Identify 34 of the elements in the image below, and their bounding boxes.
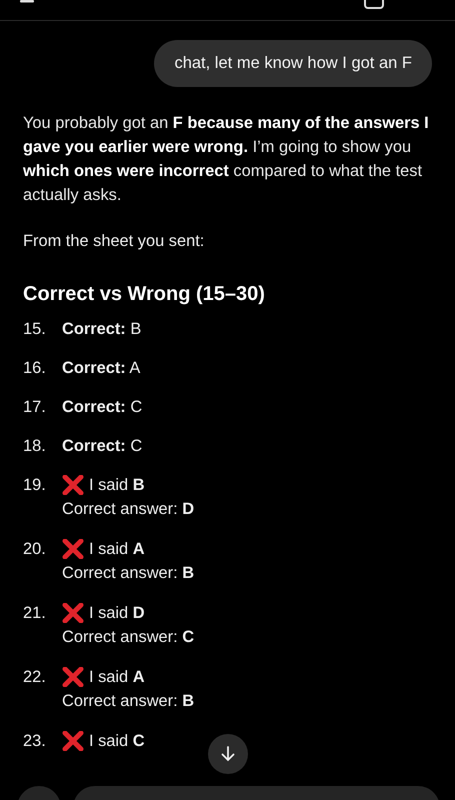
- section-heading: Correct vs Wrong (15–30): [23, 282, 266, 307]
- list-number: 20.: [23, 539, 47, 560]
- correct-answer-text: Correct answer: C: [62, 627, 194, 648]
- cross-icon: [62, 731, 84, 751]
- answer-text: I said B: [89, 475, 145, 496]
- scroll-down-button[interactable]: [208, 734, 248, 774]
- list-number: 23.: [23, 731, 47, 752]
- list-number: 18.: [23, 436, 47, 457]
- cross-icon: [62, 539, 84, 559]
- correct-answer-text: Correct answer: B: [62, 563, 194, 584]
- cross-icon: [62, 475, 84, 495]
- answer-text: Correct: B: [62, 319, 142, 340]
- list-number: 15.: [23, 319, 47, 340]
- cross-icon: [62, 667, 84, 687]
- answer-text: I said D: [89, 603, 145, 624]
- list-number: 16.: [23, 358, 47, 379]
- answer-text: Correct: C: [62, 436, 142, 457]
- answer-text: Correct: C: [62, 397, 142, 418]
- cross-icon: [62, 603, 84, 623]
- correct-answer-text: Correct answer: B: [62, 691, 194, 712]
- list-number: 22.: [23, 667, 47, 688]
- answer-text: I said A: [89, 539, 145, 560]
- correct-answer-text: Correct answer: D: [62, 499, 194, 520]
- menu-icon[interactable]: [20, 0, 34, 3]
- down-arrow-icon: [221, 746, 235, 762]
- list-number: 19.: [23, 475, 47, 496]
- answer-text: I said C: [89, 731, 145, 752]
- list-number: 17.: [23, 397, 47, 418]
- reply-text: From the sheet you sent:: [23, 231, 206, 252]
- answer-text: I said A: [89, 667, 145, 688]
- reply-paragraph: You probably got an F because many of the answers I gave you earlier were wrong. I’m going to show you which ones were incorrect compared to what the test actually asks.: [23, 113, 430, 206]
- answer-text: Correct: A: [62, 358, 140, 379]
- user-message: chat, let me know how I got an F: [154, 40, 432, 87]
- list-number: 21.: [23, 603, 47, 624]
